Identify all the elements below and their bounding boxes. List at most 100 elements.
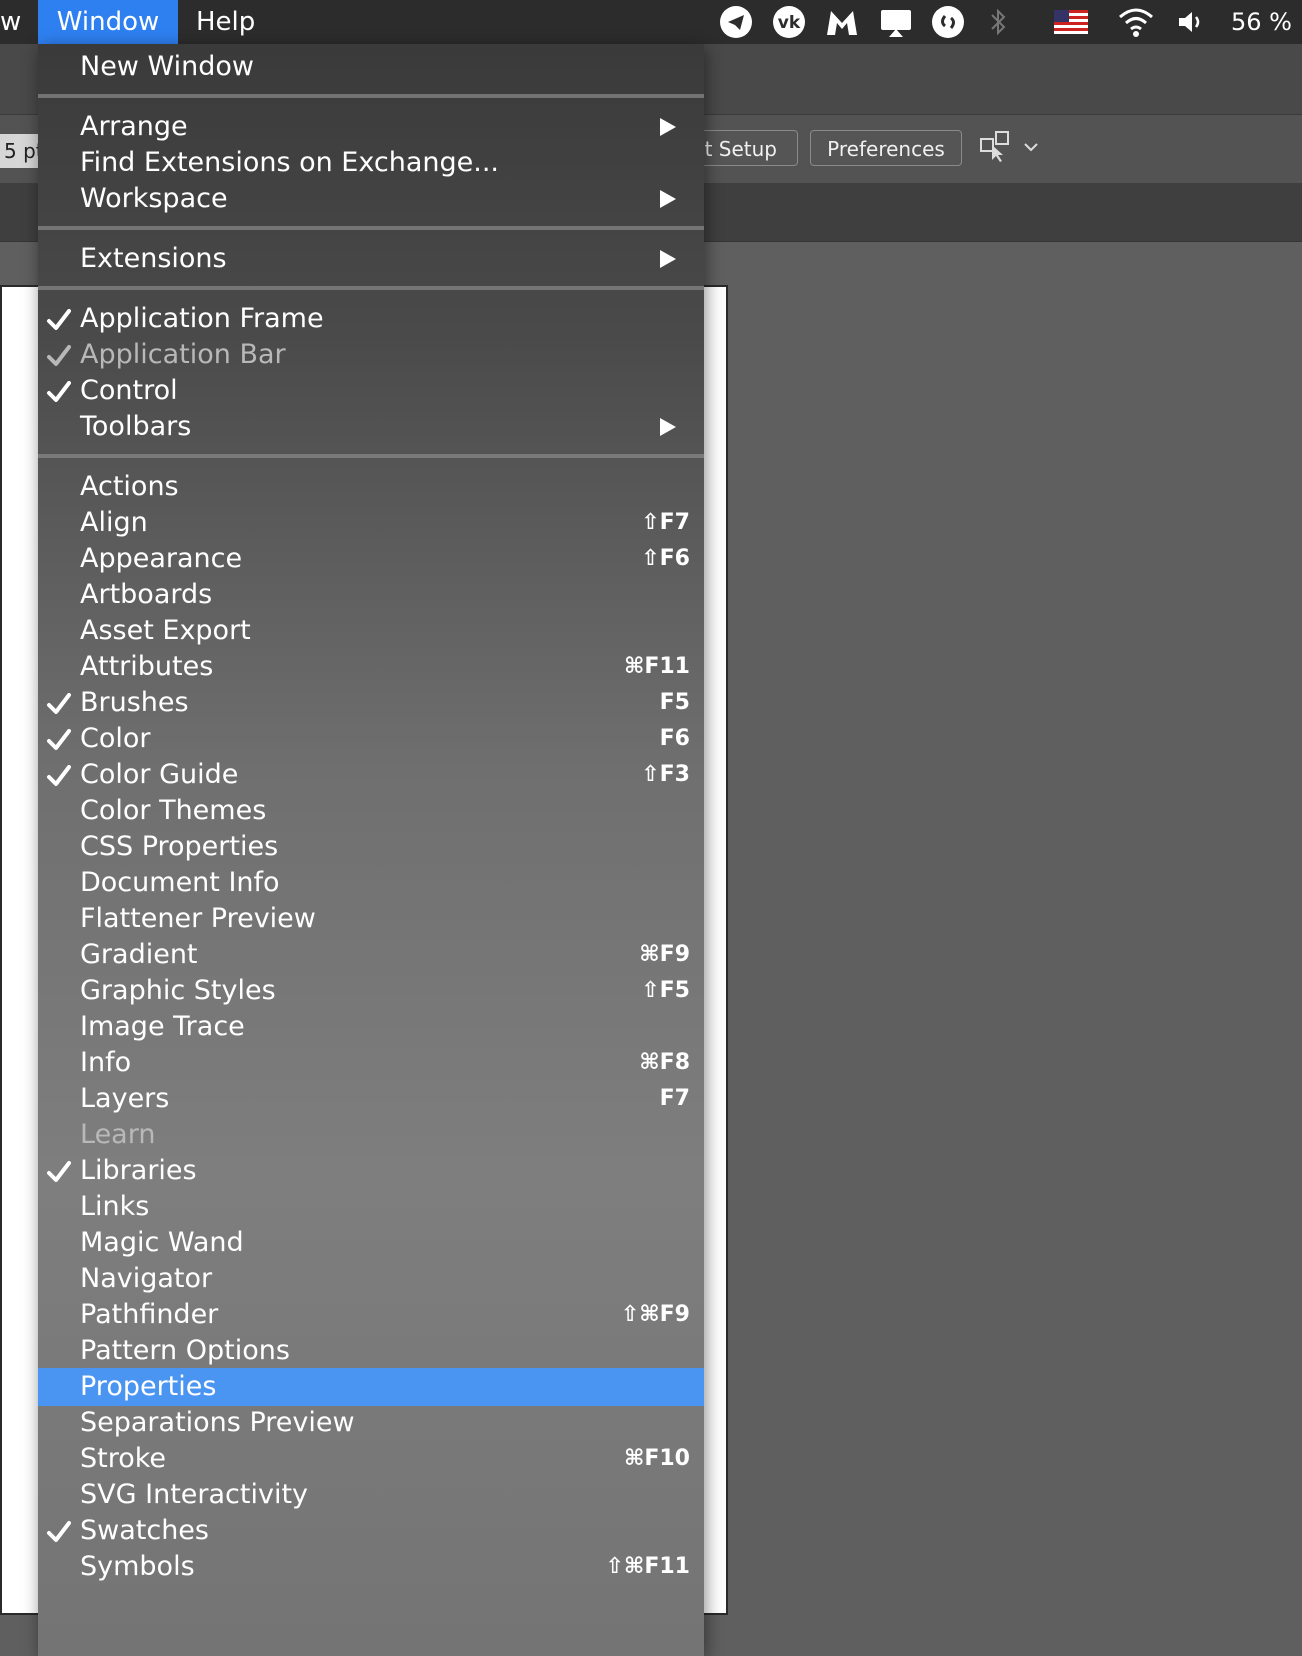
menu-separator [38, 94, 704, 98]
menu-item-arrange[interactable]: Arrange [38, 108, 704, 146]
keyboard-shortcut: ⇧⌘F11 [605, 1554, 691, 1579]
menu-item-info[interactable]: Info ⌘F8 [38, 1044, 704, 1082]
menu-item-label: Layers [80, 1083, 170, 1114]
menu-item-label: Libraries [80, 1155, 197, 1186]
menu-item-document-info[interactable]: Document Info [38, 864, 704, 902]
menu-item-pattern-options[interactable]: Pattern Options [38, 1332, 704, 1370]
menu-item-color[interactable]: Color F6 [38, 720, 704, 758]
menu-item-label: Actions [80, 471, 179, 502]
checkmark-icon [46, 1512, 76, 1550]
keyboard-shortcut: F7 [659, 1086, 690, 1111]
menu-separator [38, 226, 704, 230]
shazam-icon[interactable] [930, 4, 966, 40]
svg-text:vk: vk [778, 13, 801, 33]
menu-item-label: New Window [80, 51, 254, 82]
menu-item-actions[interactable]: Actions [38, 468, 704, 506]
keyboard-shortcut: ⇧F3 [641, 762, 690, 787]
menubar-item-window[interactable]: Window [38, 0, 178, 44]
menu-item-gradient[interactable]: Gradient ⌘F9 [38, 936, 704, 974]
menu-item-label: Workspace [80, 183, 228, 214]
menu-item-color-guide[interactable]: Color Guide ⇧F3 [38, 756, 704, 794]
menu-item-layers[interactable]: Layers F7 [38, 1080, 704, 1118]
menu-item-find-extensions-on-exchange[interactable]: Find Extensions on Exchange... [38, 144, 704, 182]
keyboard-shortcut: F5 [659, 690, 690, 715]
menu-item-label: Separations Preview [80, 1407, 355, 1438]
submenu-arrow-icon [660, 418, 676, 436]
menu-item-label: Document Info [80, 867, 280, 898]
menu-item-application-frame[interactable]: Application Frame [38, 300, 704, 338]
menu-item-artboards[interactable]: Artboards [38, 576, 704, 614]
menu-item-libraries[interactable]: Libraries [38, 1152, 704, 1190]
us-flag-icon[interactable] [1052, 4, 1090, 40]
menu-item-stroke[interactable]: Stroke ⌘F10 [38, 1440, 704, 1478]
menu-item-asset-export[interactable]: Asset Export [38, 612, 704, 650]
volume-icon[interactable] [1174, 4, 1210, 40]
menu-item-magic-wand[interactable]: Magic Wand [38, 1224, 704, 1262]
menu-item-label: Arrange [80, 111, 188, 142]
menu-item-image-trace[interactable]: Image Trace [38, 1008, 704, 1046]
menu-item-separations-preview[interactable]: Separations Preview [38, 1404, 704, 1442]
airplay-display-icon[interactable] [876, 4, 916, 40]
menu-item-flattener-preview[interactable]: Flattener Preview [38, 900, 704, 938]
menubar-item-help[interactable]: Help [196, 0, 255, 44]
menu-item-symbols[interactable]: Symbols ⇧⌘F11 [38, 1548, 704, 1586]
menu-item-label: Graphic Styles [80, 975, 276, 1006]
menu-item-label: Application Bar [80, 339, 286, 370]
menu-item-label: Appearance [80, 543, 243, 574]
menu-item-label: Toolbars [80, 411, 192, 442]
arrange-documents-icon [978, 129, 1012, 167]
menu-item-label: Brushes [80, 687, 189, 718]
menu-item-svg-interactivity[interactable]: SVG Interactivity [38, 1476, 704, 1514]
menu-item-color-themes[interactable]: Color Themes [38, 792, 704, 830]
menu-item-learn: Learn [38, 1116, 704, 1154]
menu-item-appearance[interactable]: Appearance ⇧F6 [38, 540, 704, 578]
menu-item-toolbars[interactable]: Toolbars [38, 408, 704, 446]
menu-item-links[interactable]: Links [38, 1188, 704, 1226]
menu-item-pathfinder[interactable]: Pathfinder ⇧⌘F9 [38, 1296, 704, 1334]
bluetooth-icon[interactable] [986, 4, 1010, 40]
menubar-item-view[interactable]: w [0, 0, 28, 44]
keyboard-shortcut: ⇧F7 [641, 510, 690, 535]
checkmark-icon [46, 684, 76, 722]
menu-item-label: Artboards [80, 579, 213, 610]
menu-bar: w Window Help vk 56 % [0, 0, 1302, 44]
menu-item-label: Learn [80, 1119, 156, 1150]
menu-item-label: Pathfinder [80, 1299, 219, 1330]
checkmark-icon [46, 1152, 76, 1190]
menu-item-application-bar: Application Bar [38, 336, 704, 374]
telegram-icon[interactable] [718, 4, 754, 40]
menu-item-swatches[interactable]: Swatches [38, 1512, 704, 1550]
menu-item-label: Pattern Options [80, 1335, 290, 1366]
menu-item-label: Asset Export [80, 615, 251, 646]
menu-item-control[interactable]: Control [38, 372, 704, 410]
menu-item-brushes[interactable]: Brushes F5 [38, 684, 704, 722]
vk-icon[interactable]: vk [770, 4, 808, 40]
wifi-icon[interactable] [1114, 4, 1158, 40]
menu-item-extensions[interactable]: Extensions [38, 240, 704, 278]
menu-item-attributes[interactable]: Attributes ⌘F11 [38, 648, 704, 686]
keyboard-shortcut: ⌘F10 [623, 1446, 690, 1471]
menu-item-label: Navigator [80, 1263, 213, 1294]
menu-item-label: Attributes [80, 651, 214, 682]
keyboard-shortcut: ⌘F11 [623, 654, 690, 679]
battery-percentage[interactable]: 56 % [1231, 0, 1292, 44]
menu-item-label: Stroke [80, 1443, 167, 1474]
chevron-down-icon [1022, 139, 1040, 158]
menu-item-navigator[interactable]: Navigator [38, 1260, 704, 1298]
menu-item-graphic-styles[interactable]: Graphic Styles ⇧F5 [38, 972, 704, 1010]
menu-item-new-window[interactable]: New Window [38, 48, 704, 86]
arrange-documents-control[interactable] [978, 128, 1040, 168]
keyboard-shortcut: F6 [659, 726, 690, 751]
preferences-button[interactable]: Preferences [810, 130, 962, 166]
menu-item-properties[interactable]: Properties [38, 1368, 704, 1406]
malwarebytes-icon[interactable] [822, 4, 862, 40]
submenu-arrow-icon [660, 190, 676, 208]
menu-item-label: SVG Interactivity [80, 1479, 309, 1510]
checkmark-icon [46, 300, 76, 338]
menu-item-align[interactable]: Align ⇧F7 [38, 504, 704, 542]
menu-item-label: Symbols [80, 1551, 195, 1582]
menu-item-label: Swatches [80, 1515, 209, 1546]
menu-item-css-properties[interactable]: CSS Properties [38, 828, 704, 866]
menu-item-workspace[interactable]: Workspace [38, 180, 704, 218]
keyboard-shortcut: ⇧F5 [641, 978, 690, 1003]
